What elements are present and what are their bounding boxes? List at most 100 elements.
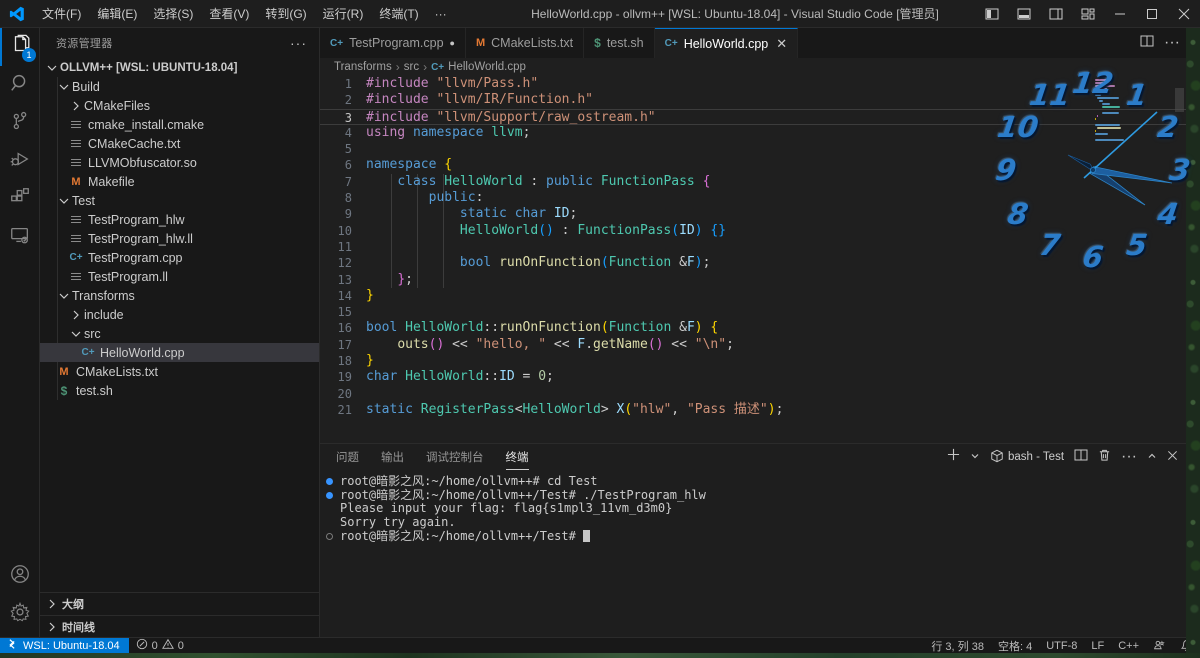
tree-item-testprogram-ll[interactable]: TestProgram.ll (40, 267, 319, 286)
split-editor-icon[interactable] (1140, 34, 1154, 53)
code-line-6[interactable]: 6namespace { (320, 157, 1186, 173)
tab-testprogram-cpp[interactable]: C+ TestProgram.cpp ● (320, 28, 466, 58)
breadcrumb-src[interactable]: src (404, 61, 419, 73)
code-line-15[interactable]: 15 (320, 304, 1186, 320)
settings-button[interactable] (0, 595, 40, 633)
section-timeline[interactable]: 时间线 (40, 615, 319, 637)
panel-tab-output[interactable]: 输出 (381, 444, 404, 470)
code-line-4[interactable]: 4using namespace llvm; (320, 125, 1186, 141)
tree-item-llvmobfuscator-so[interactable]: LLVMObfuscator.so (40, 153, 319, 172)
tree-item-testprogram-hlw[interactable]: TestProgram_hlw (40, 210, 319, 229)
tab-test-sh[interactable]: $ test.sh (584, 28, 655, 58)
tree-item-include[interactable]: include (40, 305, 319, 324)
menu-view[interactable]: 查看(V) (201, 0, 257, 28)
editor-scrollbar[interactable] (1175, 88, 1184, 112)
tree-item-cmake-install-cmake[interactable]: cmake_install.cmake (40, 115, 319, 134)
sidebar-item-explorer[interactable]: 1 (0, 28, 40, 66)
menu-selection[interactable]: 选择(S) (145, 0, 201, 28)
tree-item-transforms[interactable]: Transforms (40, 286, 319, 305)
tree-item-cmakelists-txt[interactable]: MCMakeLists.txt (40, 362, 319, 381)
code-line-7[interactable]: 7 class HelloWorld : public FunctionPass… (320, 174, 1186, 190)
breadcrumb-file[interactable]: HelloWorld.cpp (448, 61, 526, 73)
cursor-position[interactable]: 行 3, 列 38 (924, 638, 991, 654)
code-line-12[interactable]: 12 bool runOnFunction(Function &F); (320, 255, 1186, 271)
code-line-16[interactable]: 16bool HelloWorld::runOnFunction(Functio… (320, 320, 1186, 336)
sidebar-item-extensions[interactable] (0, 180, 40, 218)
toggle-sidebar-icon[interactable] (976, 0, 1008, 28)
code-line-11[interactable]: 11 (320, 239, 1186, 255)
indentation[interactable]: 空格: 4 (991, 638, 1039, 654)
code-line-9[interactable]: 9 static char ID; (320, 206, 1186, 222)
menu-terminal[interactable]: 终端(T) (371, 0, 426, 28)
minimize-button[interactable] (1104, 0, 1136, 28)
eol-sequence[interactable]: LF (1084, 638, 1111, 654)
close-tab-icon[interactable]: ✕ (776, 36, 787, 52)
command-decoration-icon[interactable] (326, 478, 333, 485)
code-line-14[interactable]: 14} (320, 288, 1186, 304)
toggle-secondary-sidebar-icon[interactable] (1040, 0, 1072, 28)
command-decoration-icon[interactable] (326, 533, 333, 540)
kill-terminal-icon[interactable] (1098, 448, 1111, 467)
maximize-panel-icon[interactable] (1147, 448, 1157, 466)
language-mode[interactable]: C++ (1111, 638, 1146, 654)
problems-status[interactable]: 0 0 (129, 638, 191, 654)
panel-tab-problems[interactable]: 问题 (336, 444, 359, 470)
menu-run[interactable]: 运行(R) (315, 0, 372, 28)
sidebar-item-source-control[interactable] (0, 104, 40, 142)
split-terminal-icon[interactable] (1074, 448, 1088, 467)
code-line-20[interactable]: 20 (320, 386, 1186, 402)
code-line-2[interactable]: 2#include "llvm/IR/Function.h" (320, 92, 1186, 108)
code-line-21[interactable]: 21static RegisterPass<HelloWorld> X("hlw… (320, 402, 1186, 418)
minimap[interactable] (1094, 77, 1140, 131)
tree-item-ollvm-wsl-ubuntu-18-04-[interactable]: OLLVM++ [WSL: UBUNTU-18.04] (40, 58, 319, 77)
new-terminal-icon[interactable] (947, 448, 960, 466)
panel-more-actions-icon[interactable]: ··· (1121, 448, 1137, 466)
remote-indicator[interactable]: WSL: Ubuntu-18.04 (0, 638, 129, 654)
menu-goto[interactable]: 转到(G) (257, 0, 314, 28)
breadcrumb-transforms[interactable]: Transforms (334, 61, 392, 73)
code-line-13[interactable]: 13 }; (320, 272, 1186, 288)
tree-item-testprogram-hlw-ll[interactable]: TestProgram_hlw.ll (40, 229, 319, 248)
code-line-19[interactable]: 19char HelloWorld::ID = 0; (320, 369, 1186, 385)
code-editor[interactable]: 1#include "llvm/Pass.h"2#include "llvm/I… (320, 76, 1186, 443)
sidebar-item-run-debug[interactable] (0, 142, 40, 180)
code-line-1[interactable]: 1#include "llvm/Pass.h" (320, 76, 1186, 92)
accounts-button[interactable] (0, 557, 40, 595)
command-decoration-icon[interactable] (326, 492, 333, 499)
terminal-dropdown-icon[interactable] (970, 448, 980, 466)
tree-item-test-sh[interactable]: $test.sh (40, 381, 319, 400)
menu-file[interactable]: 文件(F) (34, 0, 89, 28)
tree-item-testprogram-cpp[interactable]: C+TestProgram.cpp (40, 248, 319, 267)
section-outline[interactable]: 大纲 (40, 593, 319, 615)
close-panel-icon[interactable] (1167, 448, 1178, 466)
code-line-18[interactable]: 18} (320, 353, 1186, 369)
tree-item-src[interactable]: src (40, 324, 319, 343)
terminal-output[interactable]: root@暗影之风:~/home/ollvm++# cd Testroot@暗影… (320, 470, 1186, 637)
modified-dot-icon[interactable]: ● (450, 38, 455, 48)
sidebar-item-search[interactable] (0, 66, 40, 104)
code-line-3[interactable]: 3#include "llvm/Support/raw_ostream.h" (320, 109, 1186, 125)
tab-helloworld-cpp[interactable]: C+ HelloWorld.cpp ✕ (655, 28, 799, 58)
code-line-17[interactable]: 17 outs() << "hello, " << F.getName() <<… (320, 337, 1186, 353)
code-line-5[interactable]: 5 (320, 141, 1186, 157)
maximize-button[interactable] (1136, 0, 1168, 28)
tree-item-test[interactable]: Test (40, 191, 319, 210)
terminal-instance[interactable]: bash - Test (990, 449, 1064, 466)
tree-item-cmakecache-txt[interactable]: CMakeCache.txt (40, 134, 319, 153)
code-line-8[interactable]: 8 public: (320, 190, 1186, 206)
menu-edit[interactable]: 编辑(E) (89, 0, 145, 28)
sidebar-item-remote-explorer[interactable] (0, 218, 40, 256)
tree-item-cmakefiles[interactable]: CMakeFiles (40, 96, 319, 115)
tab-cmakelists-txt[interactable]: M CMakeLists.txt (466, 28, 584, 58)
code-line-10[interactable]: 10 HelloWorld() : FunctionPass(ID) {} (320, 223, 1186, 239)
explorer-more-actions-icon[interactable]: ··· (290, 35, 307, 51)
feedback-button[interactable] (1146, 638, 1173, 654)
tree-item-makefile[interactable]: MMakefile (40, 172, 319, 191)
tree-item-build[interactable]: Build (40, 77, 319, 96)
panel-tab-terminal[interactable]: 终端 (506, 444, 529, 470)
customize-layout-icon[interactable] (1072, 0, 1104, 28)
tree-item-helloworld-cpp[interactable]: C+HelloWorld.cpp (40, 343, 319, 362)
panel-tab-debug-console[interactable]: 调试控制台 (426, 444, 484, 470)
close-button[interactable] (1168, 0, 1200, 28)
toggle-panel-icon[interactable] (1008, 0, 1040, 28)
